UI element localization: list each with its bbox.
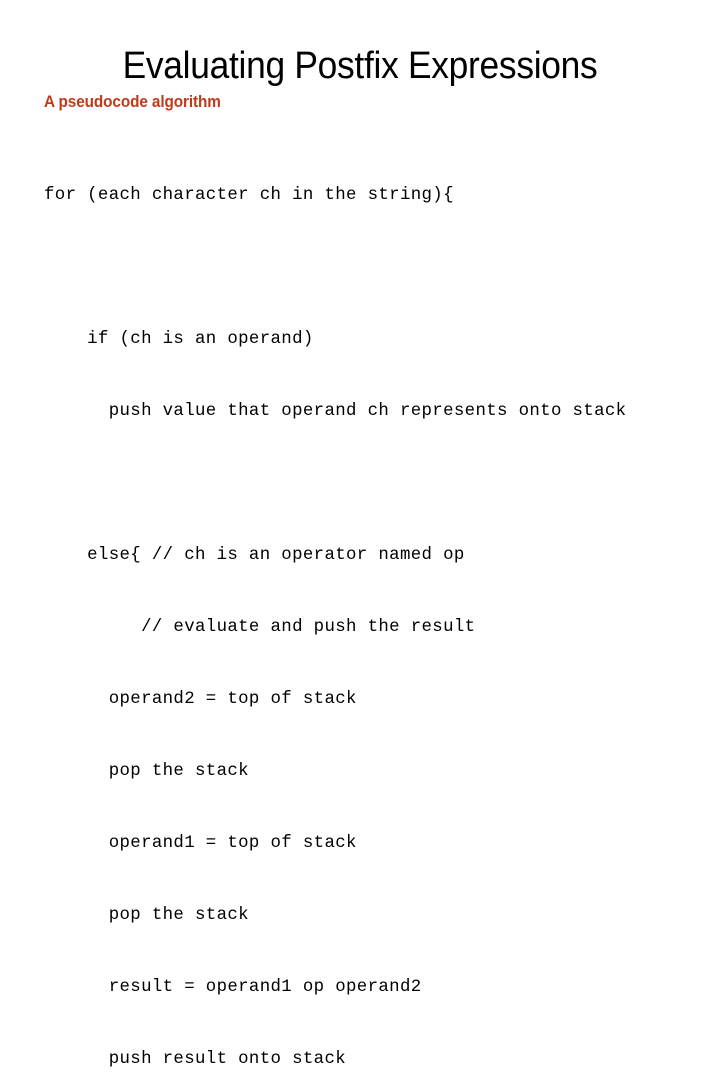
code-line: result = operand1 op operand2	[44, 978, 422, 997]
code-line: // evaluate and push the result	[44, 618, 476, 637]
code-line: operand1 = top of stack	[44, 834, 357, 853]
code-line: operand2 = top of stack	[44, 690, 357, 709]
code-line: else{ // ch is an operator named op	[44, 546, 465, 565]
code-line: push value that operand ch represents on…	[44, 402, 627, 421]
code-line: pop the stack	[44, 762, 249, 781]
slide-canvas: Evaluating Postfix Expressions A pseudoc…	[0, 0, 720, 1069]
pseudocode-block: for (each character ch in the string){ i…	[44, 136, 720, 1080]
code-line: push result onto stack	[44, 1050, 347, 1069]
code-line: if (ch is an operand)	[44, 330, 314, 349]
code-line: for (each character ch in the string){	[44, 186, 454, 205]
code-line: pop the stack	[44, 906, 249, 925]
slide-subtitle: A pseudocode algorithm	[44, 92, 221, 111]
page-title: Evaluating Postfix Expressions	[122, 45, 598, 87]
